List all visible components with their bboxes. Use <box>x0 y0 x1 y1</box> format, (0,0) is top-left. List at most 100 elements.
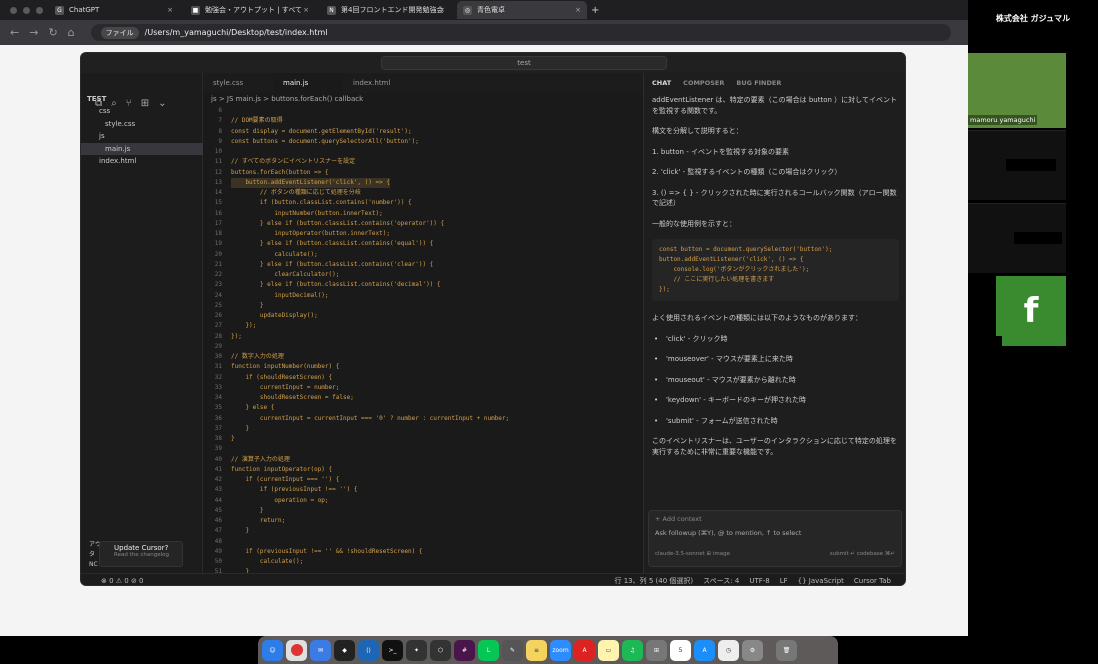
calendar-icon[interactable]: 5 <box>670 639 691 661</box>
line-text[interactable]: function inputOperator(op) { <box>231 465 332 475</box>
line-text[interactable]: } <box>231 434 235 444</box>
close-tab-icon[interactable]: × <box>575 6 581 14</box>
tab-bug-finder[interactable]: BUG FINDER <box>736 79 781 87</box>
tree-file-index-html[interactable]: index.html <box>81 155 203 167</box>
line-text[interactable]: updateDisplay(); <box>231 311 318 321</box>
app-icon[interactable]: ✎ <box>502 639 523 661</box>
participant-avatar[interactable]: f <box>996 276 1066 346</box>
mail-icon[interactable]: ✉ <box>310 639 331 661</box>
close-tab-icon[interactable]: × <box>303 6 309 14</box>
code-line[interactable]: 13 button.addEventListener('click', () =… <box>203 177 643 188</box>
code-line[interactable]: 21 } else if (button.classList.contains(… <box>203 260 643 270</box>
close-tab-icon[interactable]: × <box>439 6 445 14</box>
line-text[interactable]: if (shouldResetScreen) { <box>231 373 332 383</box>
code-line[interactable]: 17 } else if (button.classList.contains(… <box>203 219 643 229</box>
file-info-badge[interactable]: ファイル <box>100 26 139 39</box>
line-text[interactable]: // ボタンの種類に応じて処理を分岐 <box>231 188 361 198</box>
language-status[interactable]: {} JavaScript <box>798 577 844 585</box>
participant-tile[interactable] <box>968 203 1066 273</box>
maximize-window-button[interactable] <box>36 6 43 14</box>
line-text[interactable]: operation = op; <box>231 496 328 506</box>
code-line[interactable]: 24 inputDecimal(); <box>203 291 643 301</box>
codebase-button[interactable]: codebase ⌘↵ <box>857 551 895 557</box>
code-line[interactable]: 20 calculate(); <box>203 250 643 260</box>
line-text[interactable]: } else if (button.classList.contains('cl… <box>231 260 433 270</box>
tab-chat[interactable]: CHAT <box>652 79 671 87</box>
submit-button[interactable]: submit ↵ <box>830 551 855 557</box>
chat-input-box[interactable]: + Add context Ask followup (⌘Y), @ to me… <box>648 510 902 567</box>
line-text[interactable]: clearCalculator(); <box>231 270 339 280</box>
line-text[interactable]: calculate(); <box>231 250 317 260</box>
line-text[interactable]: } <box>231 526 249 536</box>
home-icon[interactable]: ⌂ <box>68 26 75 39</box>
code-line[interactable]: 23 } else if (button.classList.contains(… <box>203 280 643 290</box>
add-context-button[interactable]: + Add context <box>655 515 895 523</box>
system-settings-icon[interactable]: ⚙ <box>742 639 763 661</box>
code-line[interactable]: 10 <box>203 147 643 157</box>
code-lines[interactable]: 6 7 // DOM要素の取得 8 const display = document.g… <box>203 106 643 578</box>
code-line[interactable]: 25 } <box>203 301 643 311</box>
code-line[interactable]: 48 <box>203 537 643 547</box>
code-line[interactable]: 16 inputNumber(button.innerText); <box>203 209 643 219</box>
acrobat-icon[interactable]: A <box>574 639 595 661</box>
code-line[interactable]: 8 const display = document.getElementById… <box>203 127 643 137</box>
code-line[interactable]: 35 } else { <box>203 403 643 413</box>
tree-file-main-js[interactable]: main.js <box>81 142 203 155</box>
forward-arrow-icon[interactable]: → <box>29 26 38 39</box>
finder-icon[interactable]: ☺ <box>262 639 283 661</box>
line-icon[interactable]: L <box>478 639 499 661</box>
line-text[interactable]: if (currentInput === '') { <box>231 475 339 485</box>
code-line[interactable]: 9 const buttons = document.querySelectorA… <box>203 137 643 147</box>
line-text[interactable]: function inputNumber(number) { <box>231 362 339 372</box>
code-line[interactable]: 15 if (button.classList.contains('number… <box>203 198 643 208</box>
code-line[interactable]: 40 // 演算子入力の処理 <box>203 455 643 465</box>
app-store-icon[interactable]: A <box>694 639 715 661</box>
participant-tile[interactable] <box>968 130 1066 200</box>
line-text[interactable]: currentInput = number; <box>231 383 339 393</box>
line-text[interactable]: button.addEventListener('click', () => { <box>231 177 390 188</box>
chat-input[interactable]: Ask followup (⌘Y), @ to mention, ↑ to se… <box>655 529 895 537</box>
code-line[interactable]: 31 function inputNumber(number) { <box>203 362 643 372</box>
line-text[interactable]: } <box>231 301 264 311</box>
code-line[interactable]: 7 // DOM要素の取得 <box>203 116 643 126</box>
problems-status[interactable]: ⊗ 0 ⚠ 0 ⊘ 0 <box>101 577 144 585</box>
code-line[interactable]: 30 // 数字入力の処理 <box>203 352 643 362</box>
close-window-button[interactable] <box>10 6 17 14</box>
line-text[interactable]: // 演算子入力の処理 <box>231 455 290 465</box>
line-text[interactable]: shouldResetScreen = false; <box>231 393 354 403</box>
code-line[interactable]: 19 } else if (button.classList.contains(… <box>203 239 643 249</box>
update-cursor-toast[interactable]: Update Cursor? Read the changelog <box>99 541 183 567</box>
code-line[interactable]: 27 }); <box>203 321 643 331</box>
slack-icon[interactable]: # <box>454 639 475 661</box>
code-line[interactable]: 38} <box>203 434 643 444</box>
code-line[interactable]: 34 shouldResetScreen = false; <box>203 393 643 403</box>
line-text[interactable]: buttons.forEach(button => { <box>231 168 329 178</box>
tree-folder-js[interactable]: js <box>81 130 203 142</box>
changelog-link[interactable]: Read the changelog <box>114 552 178 558</box>
code-line[interactable]: 28}); <box>203 332 643 342</box>
code-line[interactable]: 36 currentInput = currentInput === '0' ?… <box>203 414 643 424</box>
code-line[interactable]: 37 } <box>203 424 643 434</box>
trash-icon[interactable]: 🗑 <box>776 639 797 661</box>
url-field[interactable]: ファイル /Users/m_yamaguchi/Desktop/test/ind… <box>90 24 951 41</box>
terminal-icon[interactable]: >_ <box>382 639 403 661</box>
eol-status[interactable]: LF <box>780 577 788 585</box>
line-text[interactable]: inputNumber(button.innerText); <box>231 209 382 219</box>
tab-style-css[interactable]: style.css <box>203 73 273 93</box>
line-text[interactable]: } else if (button.classList.contains('op… <box>231 219 444 229</box>
notes-icon[interactable]: ≡ <box>526 639 547 661</box>
code-line[interactable]: 18 inputOperator(button.innerText); <box>203 229 643 239</box>
app-icon[interactable]: ⬡ <box>430 639 451 661</box>
command-search-input[interactable]: test <box>381 56 667 70</box>
back-arrow-icon[interactable]: ← <box>10 26 19 39</box>
spotify-icon[interactable]: ♫ <box>622 639 643 661</box>
stickies-icon[interactable]: ▭ <box>598 639 619 661</box>
cursor-tab-status[interactable]: Cursor Tab <box>854 577 891 585</box>
code-line[interactable]: 42 if (currentInput === '') { <box>203 475 643 485</box>
tab-composer[interactable]: COMPOSER <box>683 79 724 87</box>
zoom-icon[interactable]: zoom <box>550 639 571 661</box>
code-line[interactable]: 49 if (previousInput !== '' && !shouldRe… <box>203 547 643 557</box>
tree-file-style-css[interactable]: style.css <box>81 118 203 130</box>
code-line[interactable]: 43 if (previousInput !== '') { <box>203 485 643 495</box>
code-line[interactable]: 41 function inputOperator(op) { <box>203 465 643 475</box>
